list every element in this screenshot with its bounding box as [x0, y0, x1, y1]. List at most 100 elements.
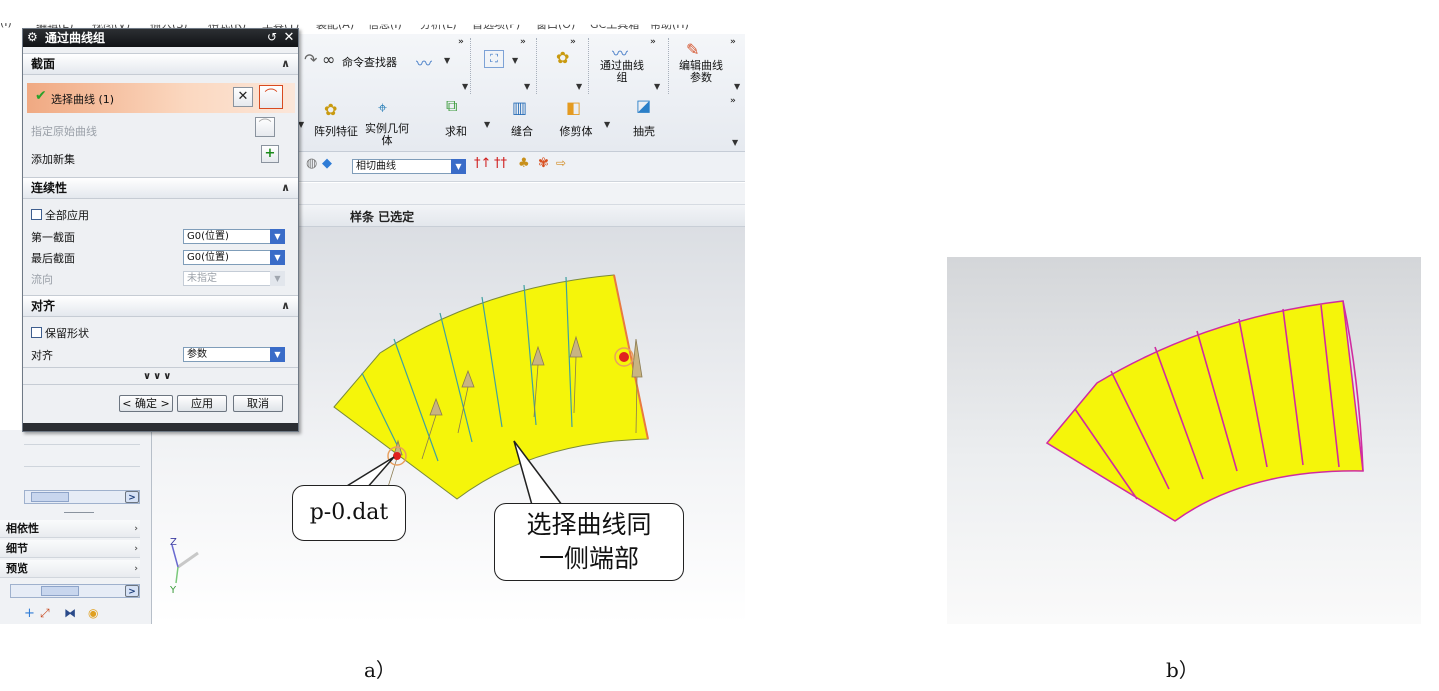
dropdown-icon[interactable]: ▼: [654, 82, 660, 91]
constraint-icon[interactable]: ⤢: [40, 606, 50, 621]
dropdown-icon[interactable]: ▼: [444, 56, 450, 65]
scrollbar-thumb[interactable]: [31, 492, 69, 502]
apply-button[interactable]: 应用: [177, 395, 227, 412]
origin-curve-icon[interactable]: ⌒: [255, 117, 275, 137]
unite-button[interactable]: 求和: [436, 123, 476, 139]
add-icon[interactable]: +: [24, 606, 35, 621]
pattern-tool-icon[interactable]: ✿: [556, 48, 569, 67]
status-row: [298, 183, 745, 205]
dropdown-icon[interactable]: ▼: [484, 120, 490, 129]
shell-button[interactable]: 抽壳: [624, 123, 664, 139]
view-style-icon[interactable]: ◍: [306, 156, 317, 171]
toolbar-chevron[interactable]: »: [520, 37, 526, 47]
pattern-feature-button[interactable]: 阵列特征: [308, 123, 364, 139]
sew-button[interactable]: 缝合: [502, 123, 542, 139]
shaded-cube-icon[interactable]: ◆: [322, 156, 332, 171]
curve-snap-icon[interactable]: ††: [494, 156, 507, 171]
start-marker-point[interactable]: [393, 452, 401, 460]
menu-item-help[interactable]: 帮助(H): [650, 25, 689, 32]
first-section-select[interactable]: G0(位置) ▼: [183, 229, 285, 244]
chevron-down-icon[interactable]: ▼: [270, 229, 285, 244]
curve-select-icon[interactable]: ⌒: [259, 85, 283, 109]
toolbar-chevron[interactable]: »: [458, 37, 464, 47]
apply-all-checkbox[interactable]: [31, 209, 42, 220]
deselect-icon[interactable]: ✕: [233, 87, 253, 107]
mirror-icon[interactable]: ⧓: [64, 606, 76, 620]
scrollbar-thumb[interactable]: [41, 586, 79, 596]
dropdown-icon[interactable]: ▼: [524, 82, 530, 91]
callout-line: 选择曲线同: [526, 510, 652, 539]
preserve-shape-checkbox[interactable]: [31, 327, 42, 338]
check-icon: ✔: [35, 88, 47, 104]
menu-item-analysis[interactable]: 分析(L): [420, 25, 457, 32]
chevron-up-icon[interactable]: ∧: [281, 296, 290, 316]
chevron-right-icon[interactable]: >: [125, 585, 139, 597]
details-label: 细节: [6, 542, 28, 555]
preview-panel[interactable]: 预览 ›: [0, 560, 140, 578]
arrow-right-icon[interactable]: ⇨: [556, 156, 566, 170]
details-panel[interactable]: 细节 ›: [0, 540, 140, 558]
toolbar-chevron[interactable]: »: [730, 96, 736, 106]
flow-direction-select[interactable]: 未指定 ▼: [183, 271, 285, 286]
ok-button[interactable]: < 确定 >: [119, 395, 173, 412]
command-finder-button[interactable]: 命令查找器: [342, 54, 397, 70]
continuity-group-header[interactable]: 连续性 ∧: [23, 177, 298, 199]
component-icon[interactable]: ◉: [88, 606, 98, 620]
dropdown-icon[interactable]: ▼: [512, 56, 518, 65]
select-value: G0(位置): [187, 252, 229, 263]
end-marker-point[interactable]: [619, 352, 629, 362]
toolbar-chevron[interactable]: »: [730, 37, 736, 47]
chevron-right-icon[interactable]: >: [125, 491, 139, 503]
menu-item[interactable]: (I): [0, 23, 12, 29]
chevron-up-icon[interactable]: ∧: [281, 54, 290, 74]
chevron-down-icon[interactable]: ▼: [270, 250, 285, 265]
shell-icon: ◪: [636, 96, 652, 115]
dropdown-icon[interactable]: ▼: [576, 82, 582, 91]
navigator-scrollbar[interactable]: >: [24, 490, 140, 504]
curve-rule-select[interactable]: 相切曲线 ▼: [352, 159, 466, 174]
reset-icon[interactable]: ↺: [264, 29, 280, 46]
navigator-scrollbar[interactable]: >: [10, 584, 140, 598]
ribbon-toolbar: ↷ ∞ 命令查找器 〰 ▼ » ⛶ ▼ » ▼ ▼ ✿ » ▼ 〰 通过曲线组 …: [298, 34, 745, 152]
more-options-button[interactable]: ∨∨∨: [143, 371, 173, 382]
add-set-icon[interactable]: +: [261, 145, 279, 163]
dropdown-icon[interactable]: ▼: [734, 82, 740, 91]
chevron-up-icon[interactable]: ∧: [281, 178, 290, 198]
dependencies-panel[interactable]: 相依性 ›: [0, 520, 140, 538]
edit-curve-icon[interactable]: ✎: [686, 40, 699, 59]
menu-item-window[interactable]: 窗口(O): [536, 25, 575, 32]
toolbar-separator: [470, 38, 471, 94]
menu-item-preferences[interactable]: 首选项(P): [472, 25, 520, 32]
section-group-header[interactable]: 截面 ∧: [23, 53, 298, 75]
toolbar-chevron[interactable]: »: [570, 37, 576, 47]
instance-geometry-button[interactable]: 实例几何体: [362, 123, 412, 147]
dropdown-icon[interactable]: ▼: [732, 138, 738, 147]
gear-icon[interactable]: ⚙: [27, 30, 38, 44]
chevron-down-icon[interactable]: ▼: [270, 271, 285, 286]
toolbar-chevron[interactable]: »: [650, 37, 656, 47]
last-section-select[interactable]: G0(位置) ▼: [183, 250, 285, 265]
through-curve-mesh-button[interactable]: 通过曲线组: [594, 60, 650, 84]
chevron-down-icon[interactable]: ▼: [270, 347, 285, 362]
dropdown-icon[interactable]: ▼: [462, 82, 468, 91]
add-new-set-label: 添加新集: [31, 153, 75, 166]
dropdown-icon[interactable]: ▼: [604, 120, 610, 129]
select-curve-row[interactable]: ✔ 选择曲线 (1) ✕ ⌒: [27, 83, 295, 113]
edit-curve-params-button[interactable]: 编辑曲线 参数: [672, 60, 730, 84]
follow-icon[interactable]: ✾: [538, 156, 549, 171]
curve-snap-icon[interactable]: †↑: [474, 156, 491, 171]
alignment-select[interactable]: 参数 ▼: [183, 347, 285, 362]
chevron-down-icon[interactable]: ▼: [451, 159, 466, 174]
curve-rule-value: 相切曲线: [356, 161, 396, 172]
stop-at-intersection-icon[interactable]: ♣: [518, 156, 530, 171]
menu-item-gc-toolbox[interactable]: GC工具箱: [590, 25, 639, 32]
menu-item-info[interactable]: 信息(I): [368, 25, 402, 32]
menu-item-assembly[interactable]: 装配(A): [316, 25, 354, 32]
trim-body-button[interactable]: 修剪体: [552, 123, 600, 139]
redo-icon[interactable]: ↷: [304, 50, 317, 69]
close-icon[interactable]: ✕: [281, 29, 297, 46]
alignment-group-header[interactable]: 对齐 ∧: [23, 295, 298, 317]
curve-mesh-icon[interactable]: 〰: [416, 50, 432, 74]
cancel-button[interactable]: 取消: [233, 395, 283, 412]
fit-view-icon[interactable]: ⛶: [484, 50, 504, 68]
